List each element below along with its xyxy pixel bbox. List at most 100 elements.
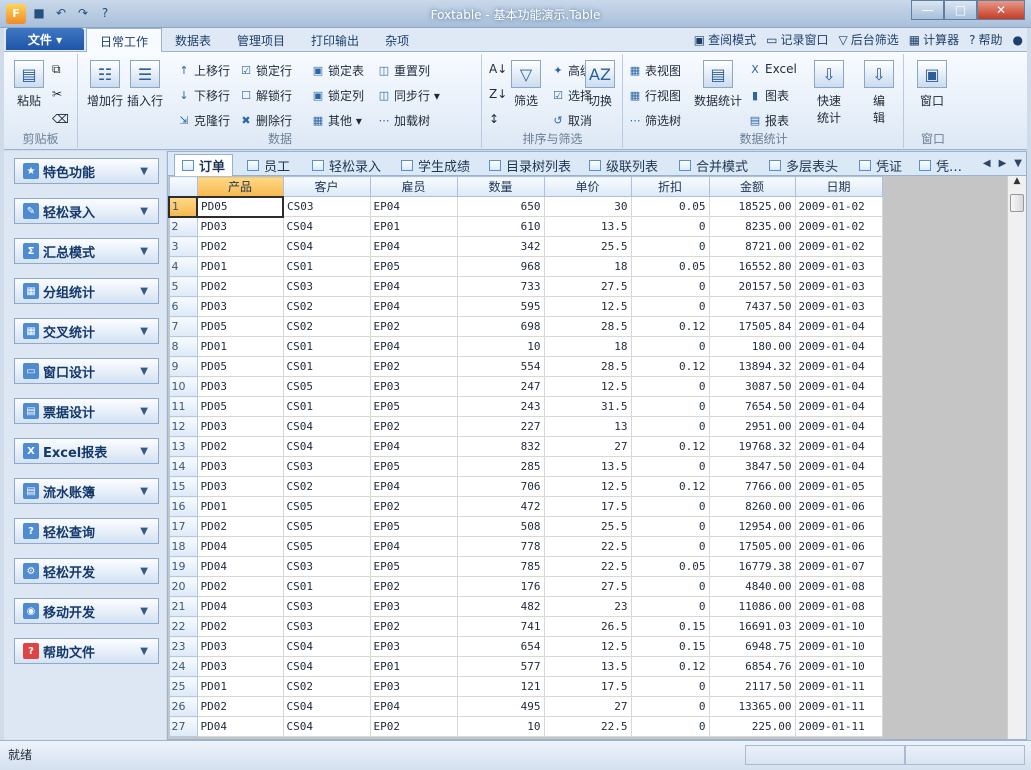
table-cell[interactable]: 0 <box>630 376 710 397</box>
table-cell[interactable]: 495 <box>456 696 545 717</box>
tab-student-scores[interactable]: 学生成绩 <box>394 154 477 176</box>
table-cell[interactable]: EP05 <box>369 396 458 417</box>
table-cell[interactable]: 27.5 <box>543 576 632 597</box>
table-row[interactable]: 24 PD03 CS04 EP01 577 13.5 0.12 6854.76 2009-01-… <box>168 656 883 677</box>
table-cell[interactable]: CS02 <box>282 296 371 317</box>
table-cell[interactable]: 2009-01-04 <box>794 396 883 417</box>
reset-col-button[interactable]: ◫ 重置列 <box>377 62 430 79</box>
row-number[interactable]: 9 <box>168 356 198 377</box>
table-cell[interactable]: 508 <box>456 516 545 537</box>
table-cell[interactable]: EP03 <box>369 596 458 617</box>
row-view-button[interactable]: ▦ 行视图 <box>628 87 681 104</box>
tab-multi-header[interactable]: 多层表头 <box>762 154 845 176</box>
tab-misc[interactable]: 杂项 <box>372 28 422 52</box>
table-cell[interactable]: 16552.80 <box>708 256 796 277</box>
table-cell[interactable]: CS04 <box>282 236 371 257</box>
sidebar-item-ticket-design[interactable]: ▤ 票据设计 ▼ <box>14 398 159 424</box>
toggle-filter-button[interactable]: AZ 切换 <box>585 60 615 109</box>
table-cell[interactable]: 2009-01-04 <box>794 416 883 437</box>
table-cell[interactable]: CS04 <box>282 436 371 457</box>
table-cell[interactable]: 2009-01-11 <box>794 696 883 717</box>
table-cell[interactable]: 778 <box>456 536 545 557</box>
row-number[interactable]: 2 <box>168 216 198 237</box>
table-cell[interactable]: 2951.00 <box>708 416 796 437</box>
table-cell[interactable]: PD03 <box>196 656 284 677</box>
table-cell[interactable]: 18 <box>543 336 632 357</box>
table-view-button[interactable]: ▦ 表视图 <box>628 62 681 79</box>
table-cell[interactable]: 0 <box>630 336 710 357</box>
table-cell[interactable]: CS01 <box>282 396 371 417</box>
table-cell[interactable]: 2009-01-04 <box>794 436 883 457</box>
users-icon[interactable]: ● <box>1013 31 1023 48</box>
minimize-button[interactable]: — <box>911 0 944 20</box>
table-cell[interactable]: 0 <box>630 696 710 717</box>
table-cell[interactable]: CS02 <box>282 676 371 697</box>
table-cell[interactable]: 10 <box>456 716 545 737</box>
table-cell[interactable]: CS01 <box>282 356 371 377</box>
table-cell[interactable]: CS04 <box>282 636 371 657</box>
table-cell[interactable]: PD04 <box>196 556 284 577</box>
table-row[interactable]: 11 PD05 CS01 EP05 243 31.5 0 7654.50 2009-01-04 <box>168 396 883 417</box>
table-cell[interactable]: 595 <box>456 296 545 317</box>
tab-manage-project[interactable]: 管理项目 <box>224 28 298 52</box>
table-cell[interactable]: 7766.00 <box>708 476 796 497</box>
table-cell[interactable]: PD01 <box>196 676 284 697</box>
table-cell[interactable]: 12.5 <box>543 476 632 497</box>
table-cell[interactable]: CS05 <box>282 496 371 517</box>
table-cell[interactable]: EP04 <box>369 196 458 217</box>
table-cell[interactable]: CS04 <box>282 416 371 437</box>
sort-custom-icon[interactable]: ↕ <box>489 112 499 126</box>
table-cell[interactable]: 733 <box>456 276 545 297</box>
copy-icon[interactable]: ⧉ <box>52 62 61 77</box>
tab-merge-mode[interactable]: 合并模式 <box>672 154 755 176</box>
cut-icon[interactable]: ✂ <box>52 87 62 101</box>
table-cell[interactable]: 31.5 <box>543 396 632 417</box>
table-cell[interactable]: 17505.00 <box>708 536 796 557</box>
table-cell[interactable]: 12954.00 <box>708 516 796 537</box>
table-cell[interactable]: 0 <box>630 516 710 537</box>
table-cell[interactable]: 27.5 <box>543 276 632 297</box>
sidebar-item-cross-stats[interactable]: ▦ 交叉统计 ▼ <box>14 318 159 344</box>
clear-icon[interactable]: ⌫ <box>52 112 69 126</box>
table-cell[interactable]: 180.00 <box>708 336 796 357</box>
row-number[interactable]: 21 <box>168 596 198 617</box>
column-header[interactable]: 数量 <box>456 176 545 197</box>
scroll-thumb[interactable] <box>1010 194 1024 212</box>
table-cell[interactable]: PD02 <box>196 516 284 537</box>
table-cell[interactable]: 2009-01-05 <box>794 476 883 497</box>
table-cell[interactable]: 8721.00 <box>708 236 796 257</box>
sidebar-item-ledger[interactable]: ▤ 流水账簿 ▼ <box>14 478 159 504</box>
add-row-button[interactable]: ☷ 增加行 <box>87 60 123 109</box>
table-cell[interactable]: 6854.76 <box>708 656 796 677</box>
table-cell[interactable]: 0.15 <box>630 616 710 637</box>
table-cell[interactable]: EP05 <box>369 456 458 477</box>
move-down-button[interactable]: ↓ 下移行 <box>177 87 230 104</box>
row-number[interactable]: 23 <box>168 636 198 657</box>
table-cell[interactable]: 2009-01-06 <box>794 516 883 537</box>
table-cell[interactable]: 7437.50 <box>708 296 796 317</box>
column-header[interactable]: 单价 <box>543 176 632 197</box>
row-number[interactable]: 20 <box>168 576 198 597</box>
table-cell[interactable]: 13.5 <box>543 656 632 677</box>
table-cell[interactable]: CS03 <box>282 456 371 477</box>
excel-button[interactable]: X Excel <box>748 62 797 76</box>
table-cell[interactable]: EP05 <box>369 556 458 577</box>
table-row[interactable]: 3 PD02 CS04 EP04 342 25.5 0 8721.00 2009-01-02 <box>168 236 883 257</box>
table-row[interactable]: 25 PD01 CS02 EP03 121 17.5 0 2117.50 2009-01-11 <box>168 676 883 697</box>
table-cell[interactable]: 8235.00 <box>708 216 796 237</box>
row-number[interactable]: 3 <box>168 236 198 257</box>
filter-button[interactable]: ▽ 筛选 <box>511 60 541 109</box>
table-cell[interactable]: PD04 <box>196 536 284 557</box>
tab-data-table[interactable]: 数据表 <box>162 28 224 52</box>
maximize-button[interactable]: □ <box>944 0 977 20</box>
table-cell[interactable]: 2009-01-10 <box>794 636 883 657</box>
table-cell[interactable]: 176 <box>456 576 545 597</box>
table-cell[interactable]: PD05 <box>196 195 284 218</box>
table-cell[interactable]: EP04 <box>369 536 458 557</box>
table-cell[interactable]: 2009-01-02 <box>794 196 883 217</box>
table-cell[interactable]: 22.5 <box>543 536 632 557</box>
table-cell[interactable]: 225.00 <box>708 716 796 737</box>
grid-corner[interactable] <box>168 176 198 197</box>
table-cell[interactable]: PD03 <box>196 636 284 657</box>
lock-table-button[interactable]: ▣ 锁定表 <box>311 62 364 79</box>
